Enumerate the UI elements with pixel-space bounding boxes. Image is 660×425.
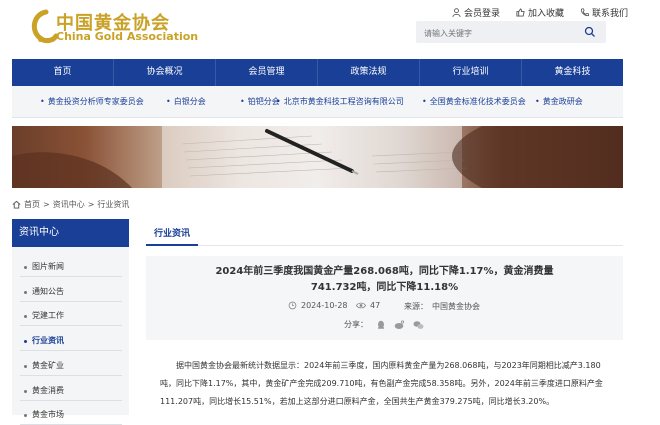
tab-divider [146,245,623,246]
sidebar-item-party[interactable]: 党建工作 [20,306,122,326]
article-title: 2024年前三季度我国黄金产量268.068吨，同比下降1.17%，黄金消费量7… [215,266,554,293]
top-links: 会员登录 加入收藏 联系我们 [452,5,628,19]
breadcrumb: 首页 > 资讯中心 > 行业资讯 [12,199,129,210]
source-label: 来源： [404,302,428,311]
clock-icon [288,301,297,310]
article-date: 2024-10-28 [288,301,348,310]
subnav-item-platinum[interactable]: 铂钯分会 [240,96,280,107]
breadcrumb-current: 行业资讯 [97,200,130,209]
phone-icon [580,7,589,17]
favorite-link[interactable]: 加入收藏 [516,5,564,19]
sidebar-item-market[interactable]: 黄金市场 [20,405,122,425]
subnav-item-analyst-committee[interactable]: 黄金投资分析师专家委员会 [40,96,144,107]
nav-item-about[interactable]: 协会概况 [114,59,216,86]
login-link[interactable]: 会员登录 [452,5,500,19]
subnav-item-standards[interactable]: 全国黄金标准化技术委员会 [422,96,526,107]
views-count: 47 [370,301,381,310]
nav-item-home[interactable]: 首页 [12,59,114,86]
sidebar-item-consumption[interactable]: 黄金消费 [20,381,122,401]
home-icon [12,200,21,209]
logo-english: China Gold Association [56,30,199,43]
search-icon[interactable] [584,26,596,38]
logo-abbr: CGA [38,38,50,44]
eye-icon [356,301,366,310]
breadcrumb-news-center[interactable]: 资讯中心 [53,199,85,210]
weibo-icon[interactable] [394,319,405,330]
nav-item-tech[interactable]: 黄金科技 [522,59,623,86]
search-box [416,21,606,43]
sidebar-item-mining[interactable]: 黄金矿业 [20,356,122,376]
wechat-icon[interactable] [413,320,424,330]
breadcrumb-home[interactable]: 首页 [24,199,40,210]
thumb-icon [516,7,525,17]
sidebar-item-notices[interactable]: 通知公告 [20,282,122,302]
banner-image [12,126,623,188]
search-input[interactable] [422,24,576,42]
sidebar-item-industry-news[interactable]: 行业资讯 [20,331,122,351]
tab-industry-news[interactable]: 行业资讯 [146,224,198,246]
nav-item-training[interactable]: 行业培训 [420,59,522,86]
nav-item-members[interactable]: 会员管理 [216,59,318,86]
sidebar-item-photo-news[interactable]: 图片新闻 [20,257,122,277]
user-icon [452,7,461,17]
subnav-item-silver[interactable]: 白银分会 [166,96,206,107]
sidebar-title: 资讯中心 [12,219,129,247]
sidebar-list: 图片新闻 通知公告 党建工作 行业资讯 黄金矿业 黄金消费 黄金市场 [12,247,129,425]
source-text: 中国黄金协会 [432,302,480,311]
main-nav: 首页 协会概况 会员管理 政策法规 行业培训 黄金科技 [12,59,623,86]
contact-label: 联系我们 [592,8,629,19]
nav-item-policy[interactable]: 政策法规 [318,59,420,86]
subnav-item-research[interactable]: 黄金政研会 [535,96,583,107]
article-source: 来源： 中国黄金协会 [404,301,480,312]
subnav-item-consulting[interactable]: 北京市黄金科技工程咨询有限公司 [276,96,404,107]
login-label: 会员登录 [464,8,501,19]
contact-link[interactable]: 联系我们 [580,5,628,19]
article-body: 据中国黄金协会最新统计数据显示：2024年前三季度，国内原料黄金产量为268.0… [160,361,603,406]
qq-icon[interactable] [376,320,386,330]
date-text: 2024-10-28 [301,301,348,310]
article-header: 2024年前三季度我国黄金产量268.068吨，同比下降1.17%，黄金消费量7… [146,256,623,340]
sub-nav: 黄金投资分析师专家委员会 白银分会 铂钯分会 北京市黄金科技工程咨询有限公司 全… [12,86,623,118]
share-label: 分享： [344,320,368,329]
favorite-label: 加入收藏 [528,8,565,19]
article-views: 47 [356,301,380,310]
breadcrumb-separator: > [87,200,95,209]
share-bar: 分享： [344,319,424,330]
breadcrumb-separator: > [43,200,50,209]
